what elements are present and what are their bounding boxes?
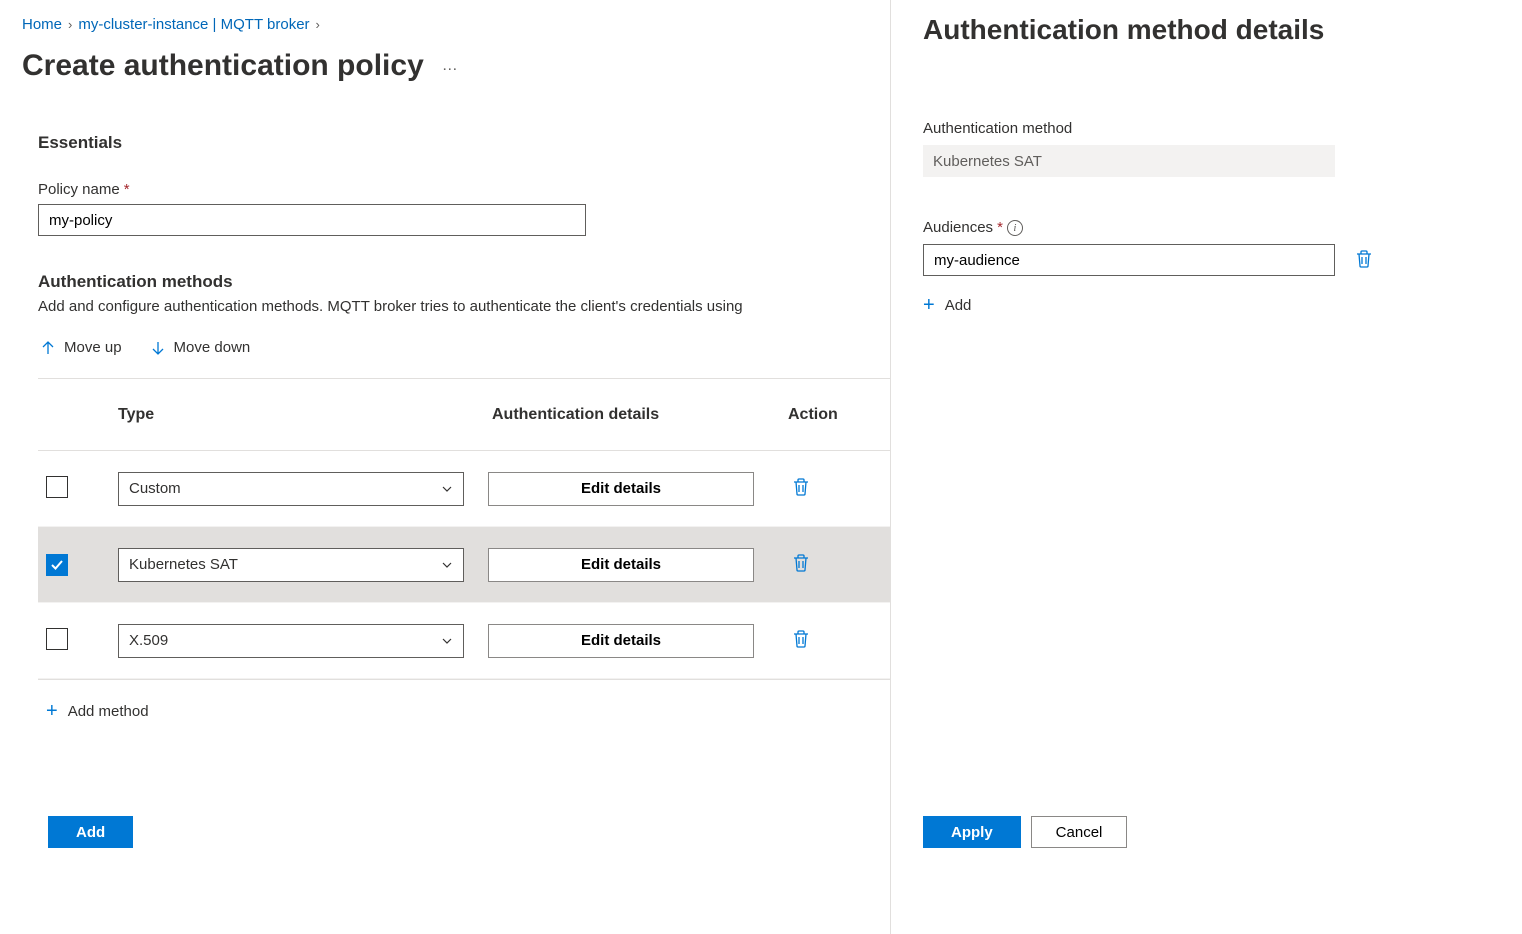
table-row: Kubernetes SAT Edit details [38,527,890,603]
auth-method-label: Authentication method [923,120,1072,137]
edit-details-button[interactable]: Edit details [488,548,754,582]
move-down-label: Move down [174,339,251,356]
page-title: Create authentication policy [22,49,424,83]
plus-icon: + [46,700,58,723]
column-action: Action [788,406,878,424]
add-audience-button[interactable]: + Add [923,294,971,317]
column-type: Type [118,406,488,424]
edit-details-button[interactable]: Edit details [488,472,754,506]
auth-method-value [923,145,1335,177]
breadcrumb-home[interactable]: Home [22,16,62,33]
type-value: Kubernetes SAT [129,556,238,573]
move-down-button[interactable]: Move down [150,339,251,356]
chevron-down-icon [441,559,453,571]
delete-row-button[interactable] [788,549,814,580]
table-row: X.509 Edit details [38,603,890,679]
type-dropdown[interactable]: Kubernetes SAT [118,548,464,582]
delete-row-button[interactable] [788,625,814,656]
info-icon[interactable]: i [1007,220,1023,236]
type-dropdown[interactable]: X.509 [118,624,464,658]
chevron-down-icon [441,635,453,647]
apply-button[interactable]: Apply [923,816,1021,848]
delete-audience-button[interactable] [1351,245,1377,276]
audiences-label: Audiences [923,219,993,236]
add-button[interactable]: Add [48,816,133,848]
chevron-right-icon: › [68,17,72,32]
move-up-label: Move up [64,339,122,356]
audience-input[interactable] [923,244,1335,276]
breadcrumb-cluster[interactable]: my-cluster-instance | MQTT broker [78,16,309,33]
column-details: Authentication details [488,406,788,424]
row-checkbox[interactable] [46,628,68,650]
type-value: X.509 [129,632,168,649]
required-indicator: * [124,181,130,198]
add-method-button[interactable]: + Add method [46,700,149,723]
row-checkbox[interactable] [46,554,68,576]
arrow-down-icon [150,340,166,356]
trash-icon [792,629,810,649]
delete-row-button[interactable] [788,473,814,504]
essentials-header: Essentials [38,133,890,153]
trash-icon [792,553,810,573]
table-header-row: Type Authentication details Action [38,379,890,451]
cancel-button[interactable]: Cancel [1031,816,1128,848]
details-panel: Authentication method details Authentica… [890,0,1522,934]
check-icon [50,558,64,572]
trash-icon [792,477,810,497]
auth-methods-header: Authentication methods [38,272,890,292]
auth-methods-description: Add and configure authentication methods… [38,298,890,315]
breadcrumb: Home › my-cluster-instance | MQTT broker… [22,16,890,33]
chevron-down-icon [441,483,453,495]
arrow-up-icon [40,340,56,356]
plus-icon: + [923,294,935,317]
policy-name-input[interactable] [38,204,586,236]
more-actions-button[interactable]: … [442,57,459,75]
add-method-label: Add method [68,703,149,720]
edit-details-button[interactable]: Edit details [488,624,754,658]
policy-name-label: Policy name [38,181,120,198]
type-dropdown[interactable]: Custom [118,472,464,506]
add-audience-label: Add [945,297,972,314]
row-checkbox[interactable] [46,476,68,498]
required-indicator: * [997,219,1003,236]
move-up-button[interactable]: Move up [40,339,122,356]
chevron-right-icon: › [316,17,320,32]
type-value: Custom [129,480,181,497]
trash-icon [1355,249,1373,269]
table-row: Custom Edit details [38,451,890,527]
panel-title: Authentication method details [923,14,1498,46]
